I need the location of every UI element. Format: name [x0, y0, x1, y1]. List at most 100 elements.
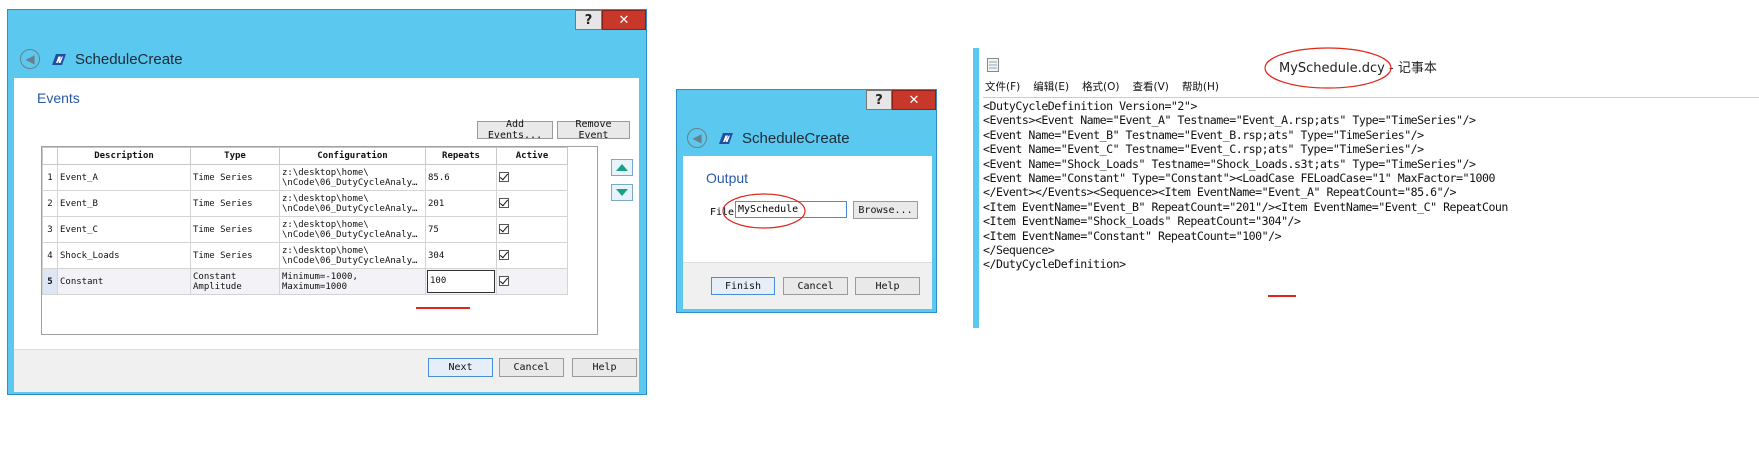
cell-active[interactable] — [496, 242, 568, 269]
text-line: <DutyCycleDefinition Version="2"> — [983, 99, 1197, 113]
config-line: \nCode\06_DutyCycleAnaly… — [282, 203, 418, 214]
config-line: Minimum=-1000, — [282, 271, 358, 282]
row-number: 2 — [42, 190, 58, 217]
help-button[interactable]: Help — [855, 277, 920, 295]
cell-type[interactable]: Constant Amplitude — [190, 268, 280, 295]
table-row[interactable]: 2 Event_B Time Series z:\desktop\home\ \n… — [42, 190, 568, 217]
cell-configuration[interactable]: z:\desktop\home\ \nCode\06_DutyCycleAnaly… — [279, 164, 426, 191]
cell-repeats[interactable]: 304 — [425, 242, 497, 269]
cancel-button[interactable]: Cancel — [783, 277, 848, 295]
table-header-row: Description Type Configuration Repeats A… — [42, 147, 568, 165]
cell-description[interactable]: Event_C — [57, 216, 191, 243]
text-line: <Item EventName="Event_B" RepeatCount="2… — [983, 199, 1508, 214]
cell-configuration[interactable]: z:\desktop\home\ \nCode\06_DutyCycleAnaly… — [279, 190, 426, 217]
close-button[interactable]: ✕ — [602, 10, 646, 30]
dialog-title: ScheduleCreate — [75, 50, 183, 68]
cell-type[interactable]: Time Series — [190, 190, 280, 217]
text-line: </DutyCycleDefinition> — [983, 257, 1126, 272]
cell-configuration[interactable]: z:\desktop\home\ \nCode\06_DutyCycleAnaly… — [279, 242, 426, 269]
next-button[interactable]: Next — [428, 358, 493, 377]
text-line: <Event Name="Shock_Loads" Testname="Shoc… — [983, 156, 1476, 171]
finish-button[interactable]: Finish — [711, 277, 775, 295]
move-up-button[interactable] — [611, 159, 633, 176]
menu-format[interactable]: 格式(O) — [1082, 79, 1119, 95]
remove-event-button[interactable]: Remove Event — [557, 119, 630, 141]
menu-edit[interactable]: 编辑(E) — [1033, 79, 1069, 95]
help-title-button[interactable]: ? — [866, 90, 892, 110]
config-line: z:\desktop\home\ — [282, 245, 369, 256]
back-arrow-icon[interactable]: ◀ — [687, 128, 707, 148]
cell-type[interactable]: Time Series — [190, 242, 280, 269]
text-line: <Event Name="Event_C" Testname="Event_C.… — [983, 142, 1424, 157]
config-line: z:\desktop\home\ — [282, 167, 369, 178]
column-header-active[interactable]: Active — [496, 147, 568, 165]
text-line: <Item EventName="Constant" RepeatCount="… — [983, 228, 1282, 243]
red-underline-annotation — [416, 307, 470, 309]
notepad-window: MySchedule.dcy - 记事本 文件(F) 编辑(E) 格式(O) 查… — [973, 47, 1759, 329]
table-row[interactable]: 3 Event_C Time Series z:\desktop\home\ \n… — [42, 216, 568, 243]
notepad-menubar: 文件(F) 编辑(E) 格式(O) 查看(V) 帮助(H) — [985, 79, 1232, 95]
active-checkbox[interactable] — [499, 198, 509, 209]
back-arrow-icon[interactable]: ◀ — [20, 49, 40, 69]
menu-file[interactable]: 文件(F) — [985, 79, 1020, 95]
dialog-header: ◀ ScheduleCreate — [20, 49, 183, 69]
cell-active[interactable] — [496, 164, 568, 191]
menu-view[interactable]: 查看(V) — [1133, 79, 1169, 95]
config-line: z:\desktop\home\ — [282, 219, 369, 230]
notepad-document-icon — [987, 58, 999, 72]
config-line: \nCode\06_DutyCycleAnaly… — [282, 177, 418, 188]
cell-description[interactable]: Shock_Loads — [57, 242, 191, 269]
red-circle-annotation — [722, 193, 806, 229]
cell-configuration[interactable]: z:\desktop\home\ \nCode\06_DutyCycleAnaly… — [279, 216, 426, 243]
text-line: </Sequence> — [983, 242, 1055, 257]
cell-configuration[interactable]: Minimum=-1000, Maximum=1000 — [279, 268, 426, 295]
row-number: 4 — [42, 242, 58, 269]
column-header-repeats[interactable]: Repeats — [425, 147, 497, 165]
arrow-up-icon — [616, 164, 628, 171]
cell-type[interactable]: Time Series — [190, 216, 280, 243]
cell-active[interactable] — [496, 216, 568, 243]
active-checkbox[interactable] — [499, 224, 509, 235]
dialog-title: ScheduleCreate — [742, 129, 850, 147]
cell-repeats[interactable]: 75 — [425, 216, 497, 243]
cell-type[interactable]: Time Series — [190, 164, 280, 191]
section-title-events: Events — [37, 90, 80, 106]
text-line: </Event></Events><Sequence><Item EventNa… — [983, 185, 1457, 200]
repeats-edit-input[interactable]: 100 — [427, 270, 495, 293]
table-row-selected[interactable]: 5 Constant Constant Amplitude Minimum=-1… — [42, 268, 568, 295]
column-header-description[interactable]: Description — [57, 147, 191, 165]
cell-repeats[interactable]: 85.6 — [425, 164, 497, 191]
output-panel: Output File MySchedule Browse... Finish … — [683, 156, 932, 309]
column-header-type[interactable]: Type — [190, 147, 280, 165]
cell-repeats-editing[interactable]: 100 — [425, 268, 497, 295]
move-down-button[interactable] — [611, 184, 633, 201]
notepad-titlebar: MySchedule.dcy - 记事本 — [979, 47, 1759, 89]
arrow-down-icon — [616, 189, 628, 196]
active-checkbox[interactable] — [499, 276, 509, 287]
notepad-text-area[interactable]: <DutyCycleDefinition Version="2"> <Event… — [983, 97, 1759, 329]
row-number: 5 — [42, 268, 58, 295]
cell-active[interactable] — [496, 190, 568, 217]
cell-repeats[interactable]: 201 — [425, 190, 497, 217]
cancel-button[interactable]: Cancel — [499, 358, 564, 377]
events-panel: Events Add Events... Remove Event Descri… — [14, 78, 639, 392]
cell-description[interactable]: Constant — [57, 268, 191, 295]
cell-description[interactable]: Event_B — [57, 190, 191, 217]
close-button[interactable]: ✕ — [892, 90, 936, 110]
cell-description[interactable]: Event_A — [57, 164, 191, 191]
browse-button[interactable]: Browse... — [853, 201, 918, 219]
add-events-button[interactable]: Add Events... — [477, 119, 553, 141]
text-line: <Events><Event Name="Event_A" Testname="… — [983, 113, 1476, 128]
active-checkbox[interactable] — [499, 250, 509, 261]
table-row[interactable]: 4 Shock_Loads Time Series z:\desktop\hom… — [42, 242, 568, 269]
active-checkbox[interactable] — [499, 172, 509, 183]
table-row[interactable]: 1 Event_A Time Series z:\desktop\home\ \n… — [42, 164, 568, 191]
cell-active[interactable] — [496, 268, 568, 295]
schedule-create-window-events: ? ✕ ◀ ScheduleCreate Events Add Events..… — [7, 9, 647, 395]
help-title-button[interactable]: ? — [575, 10, 602, 30]
row-number-header — [42, 147, 58, 165]
column-header-configuration[interactable]: Configuration — [279, 147, 426, 165]
help-button[interactable]: Help — [572, 358, 637, 377]
menu-help[interactable]: 帮助(H) — [1182, 79, 1219, 95]
text-line: <Event Name="Event_B" Testname="Event_B.… — [983, 127, 1424, 142]
